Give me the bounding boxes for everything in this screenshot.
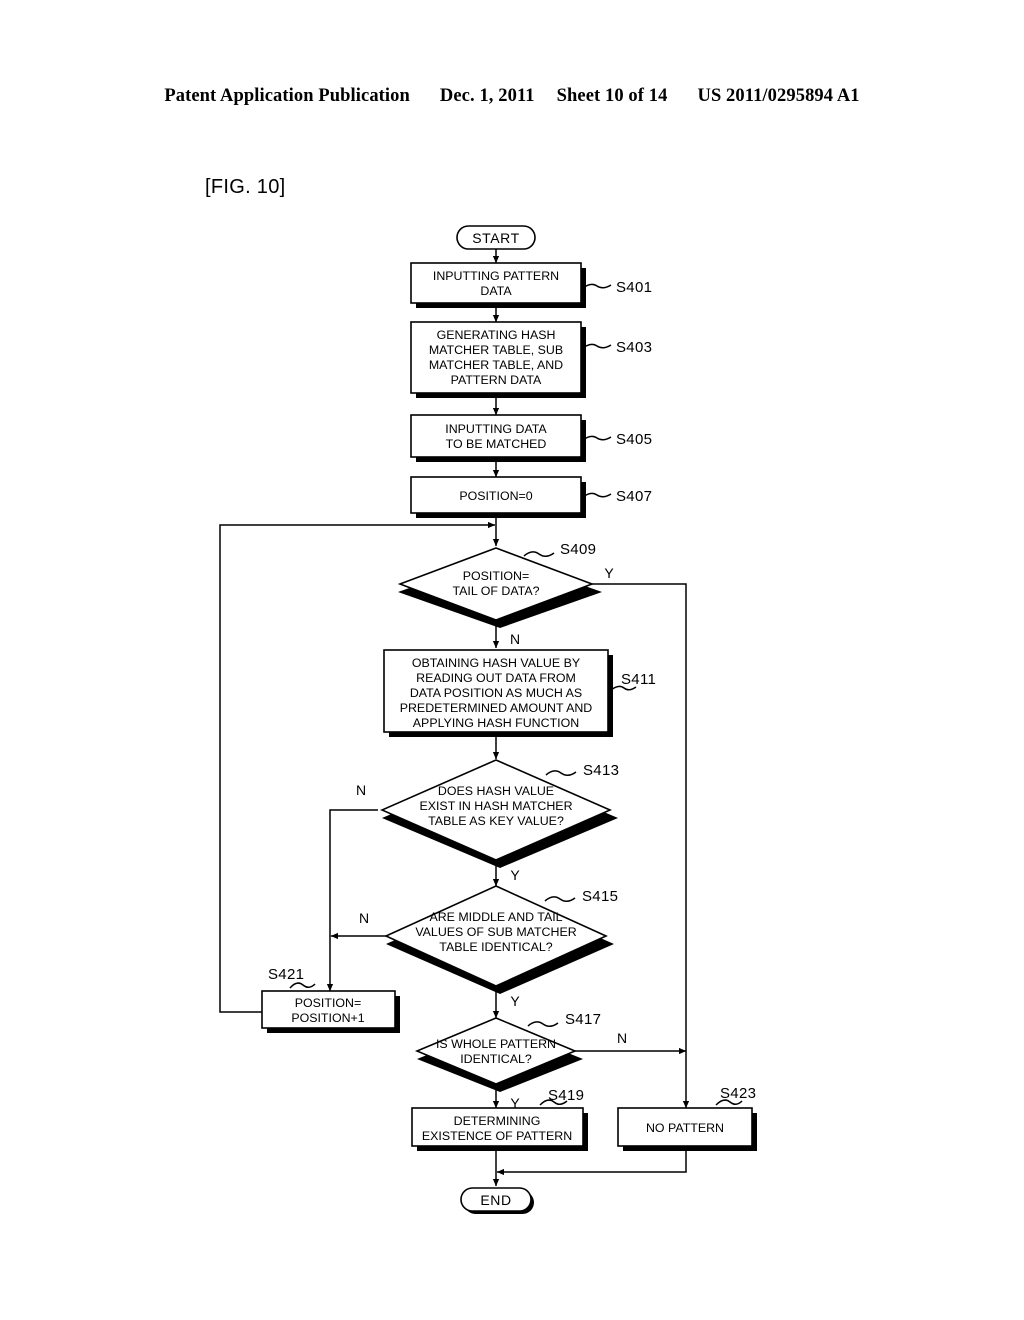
node-s403-line-2: MATCHER TABLE, SUB	[429, 343, 563, 357]
node-s411-line-5: APPLYING HASH FUNCTION	[413, 716, 579, 730]
node-s421-line-1: POSITION=	[295, 996, 361, 1010]
step-label-s407: S407	[616, 488, 652, 505]
step-label-s423: S423	[720, 1085, 756, 1102]
node-s421: POSITION= POSITION+1 S421	[261, 966, 400, 1033]
node-s423: NO PATTERN S423	[617, 1085, 757, 1151]
branch-label-s409-no: N	[510, 631, 520, 647]
node-s411-line-4: PREDETERMINED AMOUNT AND	[400, 701, 593, 715]
connector-s413-no-to-s421	[326, 809, 378, 992]
patent-page: Patent Application Publication Dec. 1, 20…	[0, 0, 1024, 1320]
step-label-s413: S413	[583, 762, 619, 779]
step-label-s415: S415	[582, 888, 618, 905]
node-s415: ARE MIDDLE AND TAIL VALUES OF SUB MATCHE…	[359, 885, 618, 1009]
node-s405: INPUTTING DATA TO BE MATCHED S405	[410, 414, 652, 462]
node-s419-line-1: DETERMINING	[454, 1114, 541, 1128]
leader-s415	[544, 896, 576, 902]
leader-s409	[523, 551, 555, 557]
node-s407-line-1: POSITION=0	[459, 489, 532, 503]
branch-label-s417-no: N	[617, 1030, 627, 1046]
branch-label-s415-no: N	[359, 910, 369, 926]
node-s413-line-2: EXIST IN HASH MATCHER	[419, 799, 572, 813]
leader-s405	[582, 435, 612, 441]
flowchart-diagram: START INPUTTING PATTERN DATA S401 GENERA…	[219, 225, 757, 1214]
branch-label-s413-yes: Y	[510, 867, 520, 883]
branch-label-s409-yes: Y	[604, 565, 614, 581]
step-label-s421: S421	[268, 966, 304, 983]
leader-s403	[582, 343, 612, 349]
node-s401: INPUTTING PATTERN DATA S401	[410, 262, 652, 308]
step-label-s401: S401	[616, 279, 652, 296]
node-s417-line-1: IS WHOLE PATTERN	[436, 1037, 556, 1051]
node-s415-line-1: ARE MIDDLE AND TAIL	[429, 910, 562, 924]
start-terminator: START	[456, 225, 536, 250]
node-s411: OBTAINING HASH VALUE BY READING OUT DATA…	[383, 649, 656, 737]
branch-label-s413-no: N	[356, 782, 366, 798]
node-s417: IS WHOLE PATTERN IDENTICAL? S417 N Y	[414, 1011, 627, 1111]
node-s409: POSITION= TAIL OF DATA? S409 Y N	[397, 541, 614, 647]
node-s411-line-1: OBTAINING HASH VALUE BY	[412, 656, 580, 670]
step-label-s405: S405	[616, 431, 652, 448]
node-s419-line-2: EXISTENCE OF PATTERN	[422, 1129, 572, 1143]
node-s415-line-2: VALUES OF SUB MATCHER	[415, 925, 576, 939]
step-label-s411: S411	[621, 671, 656, 688]
node-s403-line-4: PATTERN DATA	[451, 373, 542, 387]
branch-label-s415-yes: Y	[510, 993, 520, 1009]
node-s419: DETERMINING EXISTENCE OF PATTERN S419	[411, 1087, 588, 1151]
node-s415-line-3: TABLE IDENTICAL?	[439, 940, 552, 954]
node-s421-line-2: POSITION+1	[291, 1011, 364, 1025]
step-label-s403: S403	[616, 339, 652, 356]
node-s417-line-2: IDENTICAL?	[460, 1052, 532, 1066]
leader-s417	[527, 1021, 559, 1027]
node-s405-line-2: TO BE MATCHED	[446, 437, 547, 451]
node-s413: DOES HASH VALUE EXIST IN HASH MATCHER TA…	[356, 759, 619, 883]
step-label-s419: S419	[548, 1087, 584, 1104]
node-s413-line-3: TABLE AS KEY VALUE?	[428, 814, 564, 828]
node-s405-line-1: INPUTTING DATA	[445, 422, 547, 436]
step-label-s417: S417	[565, 1011, 601, 1028]
node-s409-line-2: TAIL OF DATA?	[453, 584, 540, 598]
node-s403-line-3: MATCHER TABLE, AND	[429, 358, 563, 372]
node-s401-line-1: INPUTTING PATTERN	[433, 269, 559, 283]
node-s413-line-1: DOES HASH VALUE	[438, 784, 554, 798]
step-label-s409: S409	[560, 541, 596, 558]
node-s403: GENERATING HASH MATCHER TABLE, SUB MATCH…	[410, 321, 652, 398]
node-s411-line-3: DATA POSITION AS MUCH AS	[410, 686, 582, 700]
start-label: START	[472, 230, 520, 246]
node-s423-line-1: NO PATTERN	[646, 1121, 724, 1135]
leader-s407	[582, 492, 612, 498]
leader-s401	[582, 283, 612, 289]
leader-s421	[289, 982, 316, 989]
node-s411-line-2: READING OUT DATA FROM	[416, 671, 576, 685]
node-s403-line-1: GENERATING HASH	[437, 328, 556, 342]
end-terminator: END	[460, 1187, 534, 1214]
node-s407: POSITION=0 S407	[410, 476, 652, 518]
node-s401-line-2: DATA	[480, 284, 512, 298]
leader-s413	[545, 770, 577, 776]
node-s409-line-1: POSITION=	[463, 569, 529, 583]
end-label: END	[480, 1192, 511, 1208]
